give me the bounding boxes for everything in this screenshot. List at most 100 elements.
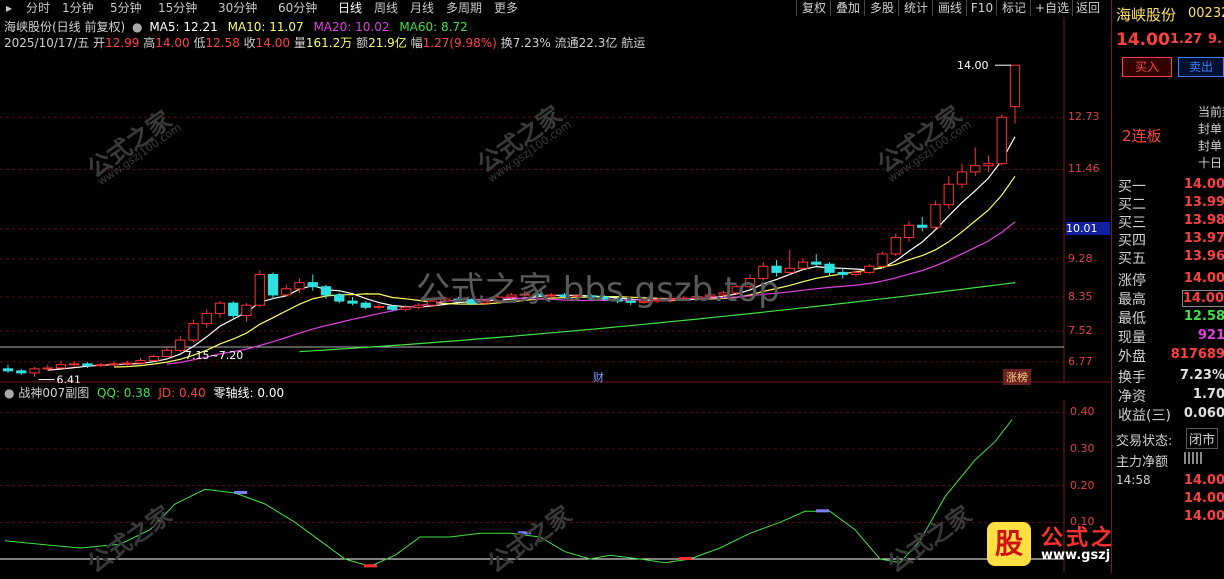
candle-body-62 [824, 263, 835, 273]
toolbar-arrow-icon[interactable]: ▸ [6, 1, 12, 16]
candle-body-60 [797, 261, 809, 269]
bid-value-2: 13.98 [1183, 213, 1224, 228]
sell-button[interactable]: 卖出 [1178, 57, 1224, 77]
candle-body-10 [135, 360, 146, 364]
trade-status-value: 闭市 [1186, 428, 1219, 449]
stat-value-4: 817689 [1170, 347, 1224, 362]
candle-body-15 [201, 312, 212, 325]
limit-note-1: 封单 [1198, 122, 1223, 136]
logo-badge: 股 [987, 522, 1031, 566]
candle-body-12 [161, 349, 173, 357]
candle-body-25 [334, 294, 345, 302]
main-net-label: 主力净额 [1116, 455, 1169, 470]
period-tab-3[interactable]: 15分钟 [158, 1, 197, 16]
stat-value-1: 14.00 [1181, 290, 1224, 307]
period-tab-2[interactable]: 5分钟 [110, 1, 142, 16]
period-tab-1[interactable]: 1分钟 [62, 1, 94, 16]
quote-stock-code: 00232 [1188, 6, 1224, 21]
period-tab-5[interactable]: 60分钟 [278, 1, 317, 16]
candle-body-28 [373, 305, 385, 308]
stat2-value-1: 1.70 [1192, 387, 1224, 402]
stat-label-1: 最高 [1118, 292, 1146, 308]
toolbar-tool-3[interactable]: 统计 [898, 0, 933, 16]
trade-status-label: 交易状态: [1116, 434, 1173, 449]
jd-marker-2 [816, 509, 829, 513]
toolbar-tool-6[interactable]: 标记 [996, 0, 1031, 16]
toolbar-tool-0[interactable]: 复权 [796, 0, 831, 16]
price-axis-label-3: 9.28 [1068, 251, 1093, 265]
candle-body-11 [148, 355, 159, 362]
candle-body-18 [241, 304, 252, 316]
quote-price: 14.00 [1116, 30, 1170, 50]
main-net-icon[interactable] [1184, 452, 1204, 464]
stat2-label-1: 净资 [1118, 389, 1146, 405]
candle-body-30 [400, 306, 411, 310]
candle-body-21 [281, 288, 292, 296]
range-marker-text: 7.15~7.20 [185, 349, 243, 362]
toolbar-tool-7[interactable]: +自选 [1030, 0, 1073, 16]
stat2-label-0: 换手 [1118, 370, 1146, 386]
candle-body-72 [956, 171, 968, 185]
quote-change: 1.27 [1170, 32, 1203, 47]
low-marker-text: 6.41 [57, 374, 82, 383]
candle-body-59 [784, 267, 795, 273]
candle-body-24 [320, 286, 332, 296]
candle-body-19 [254, 273, 265, 306]
bid-label-2: 买三 [1118, 215, 1146, 231]
stat2-value-0: 7.23% [1179, 368, 1224, 383]
qq-value: QQ: 0.38 [97, 386, 151, 400]
financial-badge[interactable]: 财 [593, 369, 604, 385]
candle-body-7 [95, 364, 106, 367]
candle-body-14 [188, 323, 199, 341]
bid-value-4: 13.96 [1183, 249, 1224, 264]
limit-up-badge[interactable]: 涨榜 [1003, 369, 1031, 385]
toolbar-tool-5[interactable]: F10 [966, 0, 997, 16]
price-axis-label-6: 6.77 [1068, 354, 1093, 368]
candle-body-76 [1009, 64, 1021, 108]
limit-note-0: 当前封 [1198, 105, 1224, 119]
quote-pct: 9. [1208, 32, 1222, 47]
period-tab-4[interactable]: 30分钟 [218, 1, 257, 16]
price-axis-label-5: 7.52 [1068, 324, 1093, 338]
tick-value-1: 14.00 [1183, 491, 1224, 506]
toolbar-tool-1[interactable]: 叠加 [830, 0, 865, 16]
candle-body-0 [2, 368, 14, 372]
toolbar-tool-4[interactable]: 画线 [932, 0, 967, 16]
stat-value-2: 12.58 [1183, 309, 1224, 324]
jd-marker-3 [364, 564, 377, 568]
candlestick-chart[interactable]: 14.00 6.41 7.15~7.20 [0, 17, 1111, 383]
candle-body-29 [387, 305, 398, 310]
stat-label-3: 现量 [1118, 330, 1146, 346]
zero-value: 零轴线: 0.00 [213, 386, 285, 400]
indicator-axis-label-0: 0.40 [1070, 405, 1095, 419]
bid-value-1: 13.99 [1183, 195, 1224, 210]
bid-label-0: 买一 [1118, 179, 1146, 195]
period-tab-0[interactable]: 分时 [26, 1, 50, 16]
period-tab-9[interactable]: 多周期 [446, 1, 482, 16]
price-axis-label-4: 8.35 [1068, 290, 1093, 303]
candle-body-61 [811, 261, 822, 265]
sub-settings-icon[interactable]: ● [4, 386, 14, 400]
buy-button[interactable]: 买入 [1122, 57, 1172, 77]
candle-body-17 [228, 302, 239, 316]
price-axis-label-2: 10.01 [1066, 221, 1110, 235]
candle-body-5 [69, 363, 80, 366]
bid-label-3: 买四 [1118, 233, 1146, 249]
quote-stock-name: 海峡股份 [1116, 6, 1177, 24]
candle-body-8 [108, 363, 120, 366]
period-tab-10[interactable]: 更多 [494, 1, 518, 16]
period-tab-6[interactable]: 日线 [338, 1, 362, 16]
period-tab-8[interactable]: 月线 [410, 1, 434, 16]
indicator-axis-label-2: 0.20 [1070, 478, 1095, 492]
candle-body-68 [903, 224, 915, 239]
toolbar-tool-2[interactable]: 多股 [864, 0, 899, 16]
limit-note-3: 十日 [1198, 156, 1223, 170]
bid-value-0: 14.00 [1183, 177, 1224, 192]
toolbar-tool-8[interactable]: 返回 [1072, 0, 1103, 16]
candle-body-75 [996, 116, 1007, 165]
candle-body-73 [970, 165, 981, 173]
limit-note-2: 封单 [1198, 139, 1223, 153]
stat-value-0: 14.00 [1183, 271, 1224, 286]
period-tab-7[interactable]: 周线 [374, 1, 398, 16]
price-axis-label-1: 11.46 [1068, 162, 1100, 176]
